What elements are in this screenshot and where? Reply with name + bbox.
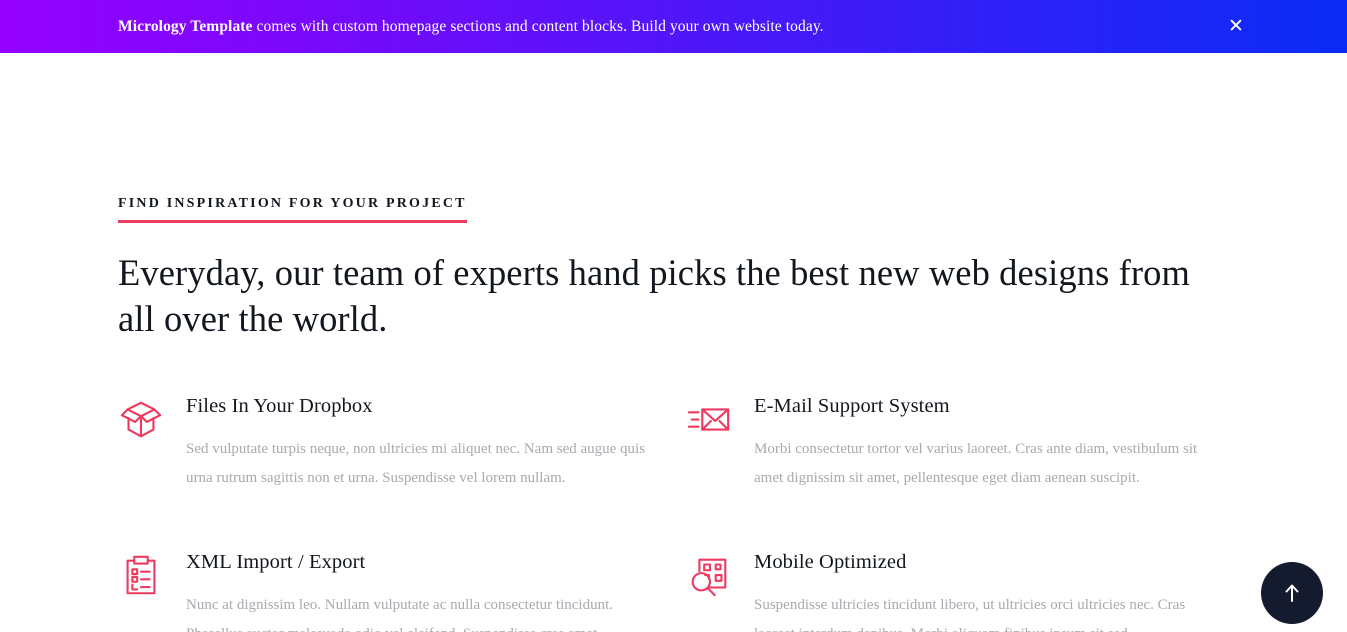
feature-title: E-Mail Support System [754, 395, 950, 418]
content-container: FIND INSPIRATION FOR YOUR PROJECT Everyd… [0, 53, 1347, 632]
send-email-icon [686, 397, 732, 443]
feature-item: E-Mail Support System Morbi consectetur … [686, 393, 1254, 493]
page-body: FIND INSPIRATION FOR YOUR PROJECT Everyd… [0, 53, 1347, 632]
feature-title: Files In Your Dropbox [186, 395, 373, 418]
qr-code-search-icon [686, 553, 732, 599]
feature-description: Sed vulputate turpis neque, non ultricie… [186, 440, 646, 487]
feature-description: Morbi consectetur tortor vel varius laor… [754, 440, 1198, 487]
feature-body: XML Import / Export Nunc at dignissim le… [186, 549, 686, 632]
feature-title: Mobile Optimized [754, 551, 907, 574]
feature-body: E-Mail Support System Morbi consectetur … [754, 393, 1254, 493]
promo-banner-message: comes with custom homepage sections and … [252, 17, 824, 35]
section-eyebrow: FIND INSPIRATION FOR YOUR PROJECT [118, 196, 467, 223]
arrow-up-icon [1284, 583, 1300, 603]
scroll-to-top-button[interactable] [1261, 562, 1323, 624]
feature-description: Nunc at dignissim leo. Nullam vulputate … [186, 596, 613, 632]
promo-banner-brand: Micrology Template [118, 17, 253, 35]
feature-title: XML Import / Export [186, 551, 366, 574]
feature-item: Mobile Optimized Suspendisse ultricies t… [686, 549, 1254, 632]
close-icon[interactable]: ✕ [1223, 14, 1249, 40]
clipboard-list-icon [118, 553, 164, 599]
eyebrow-wrapper: FIND INSPIRATION FOR YOUR PROJECT [118, 53, 1229, 223]
feature-grid: Files In Your Dropbox Sed vulputate turp… [118, 393, 1229, 632]
feature-item: Files In Your Dropbox Sed vulputate turp… [118, 393, 686, 493]
page-title: Everyday, our team of experts hand picks… [118, 252, 1190, 339]
promo-banner: Micrology Template comes with custom hom… [0, 0, 1347, 53]
open-box-icon [118, 397, 164, 443]
feature-body: Mobile Optimized Suspendisse ultricies t… [754, 549, 1254, 632]
feature-item: XML Import / Export Nunc at dignissim le… [118, 549, 686, 632]
feature-description: Suspendisse ultricies tincidunt libero, … [754, 596, 1186, 632]
feature-body: Files In Your Dropbox Sed vulputate turp… [186, 393, 686, 493]
promo-banner-text: Micrology Template comes with custom hom… [118, 18, 824, 36]
